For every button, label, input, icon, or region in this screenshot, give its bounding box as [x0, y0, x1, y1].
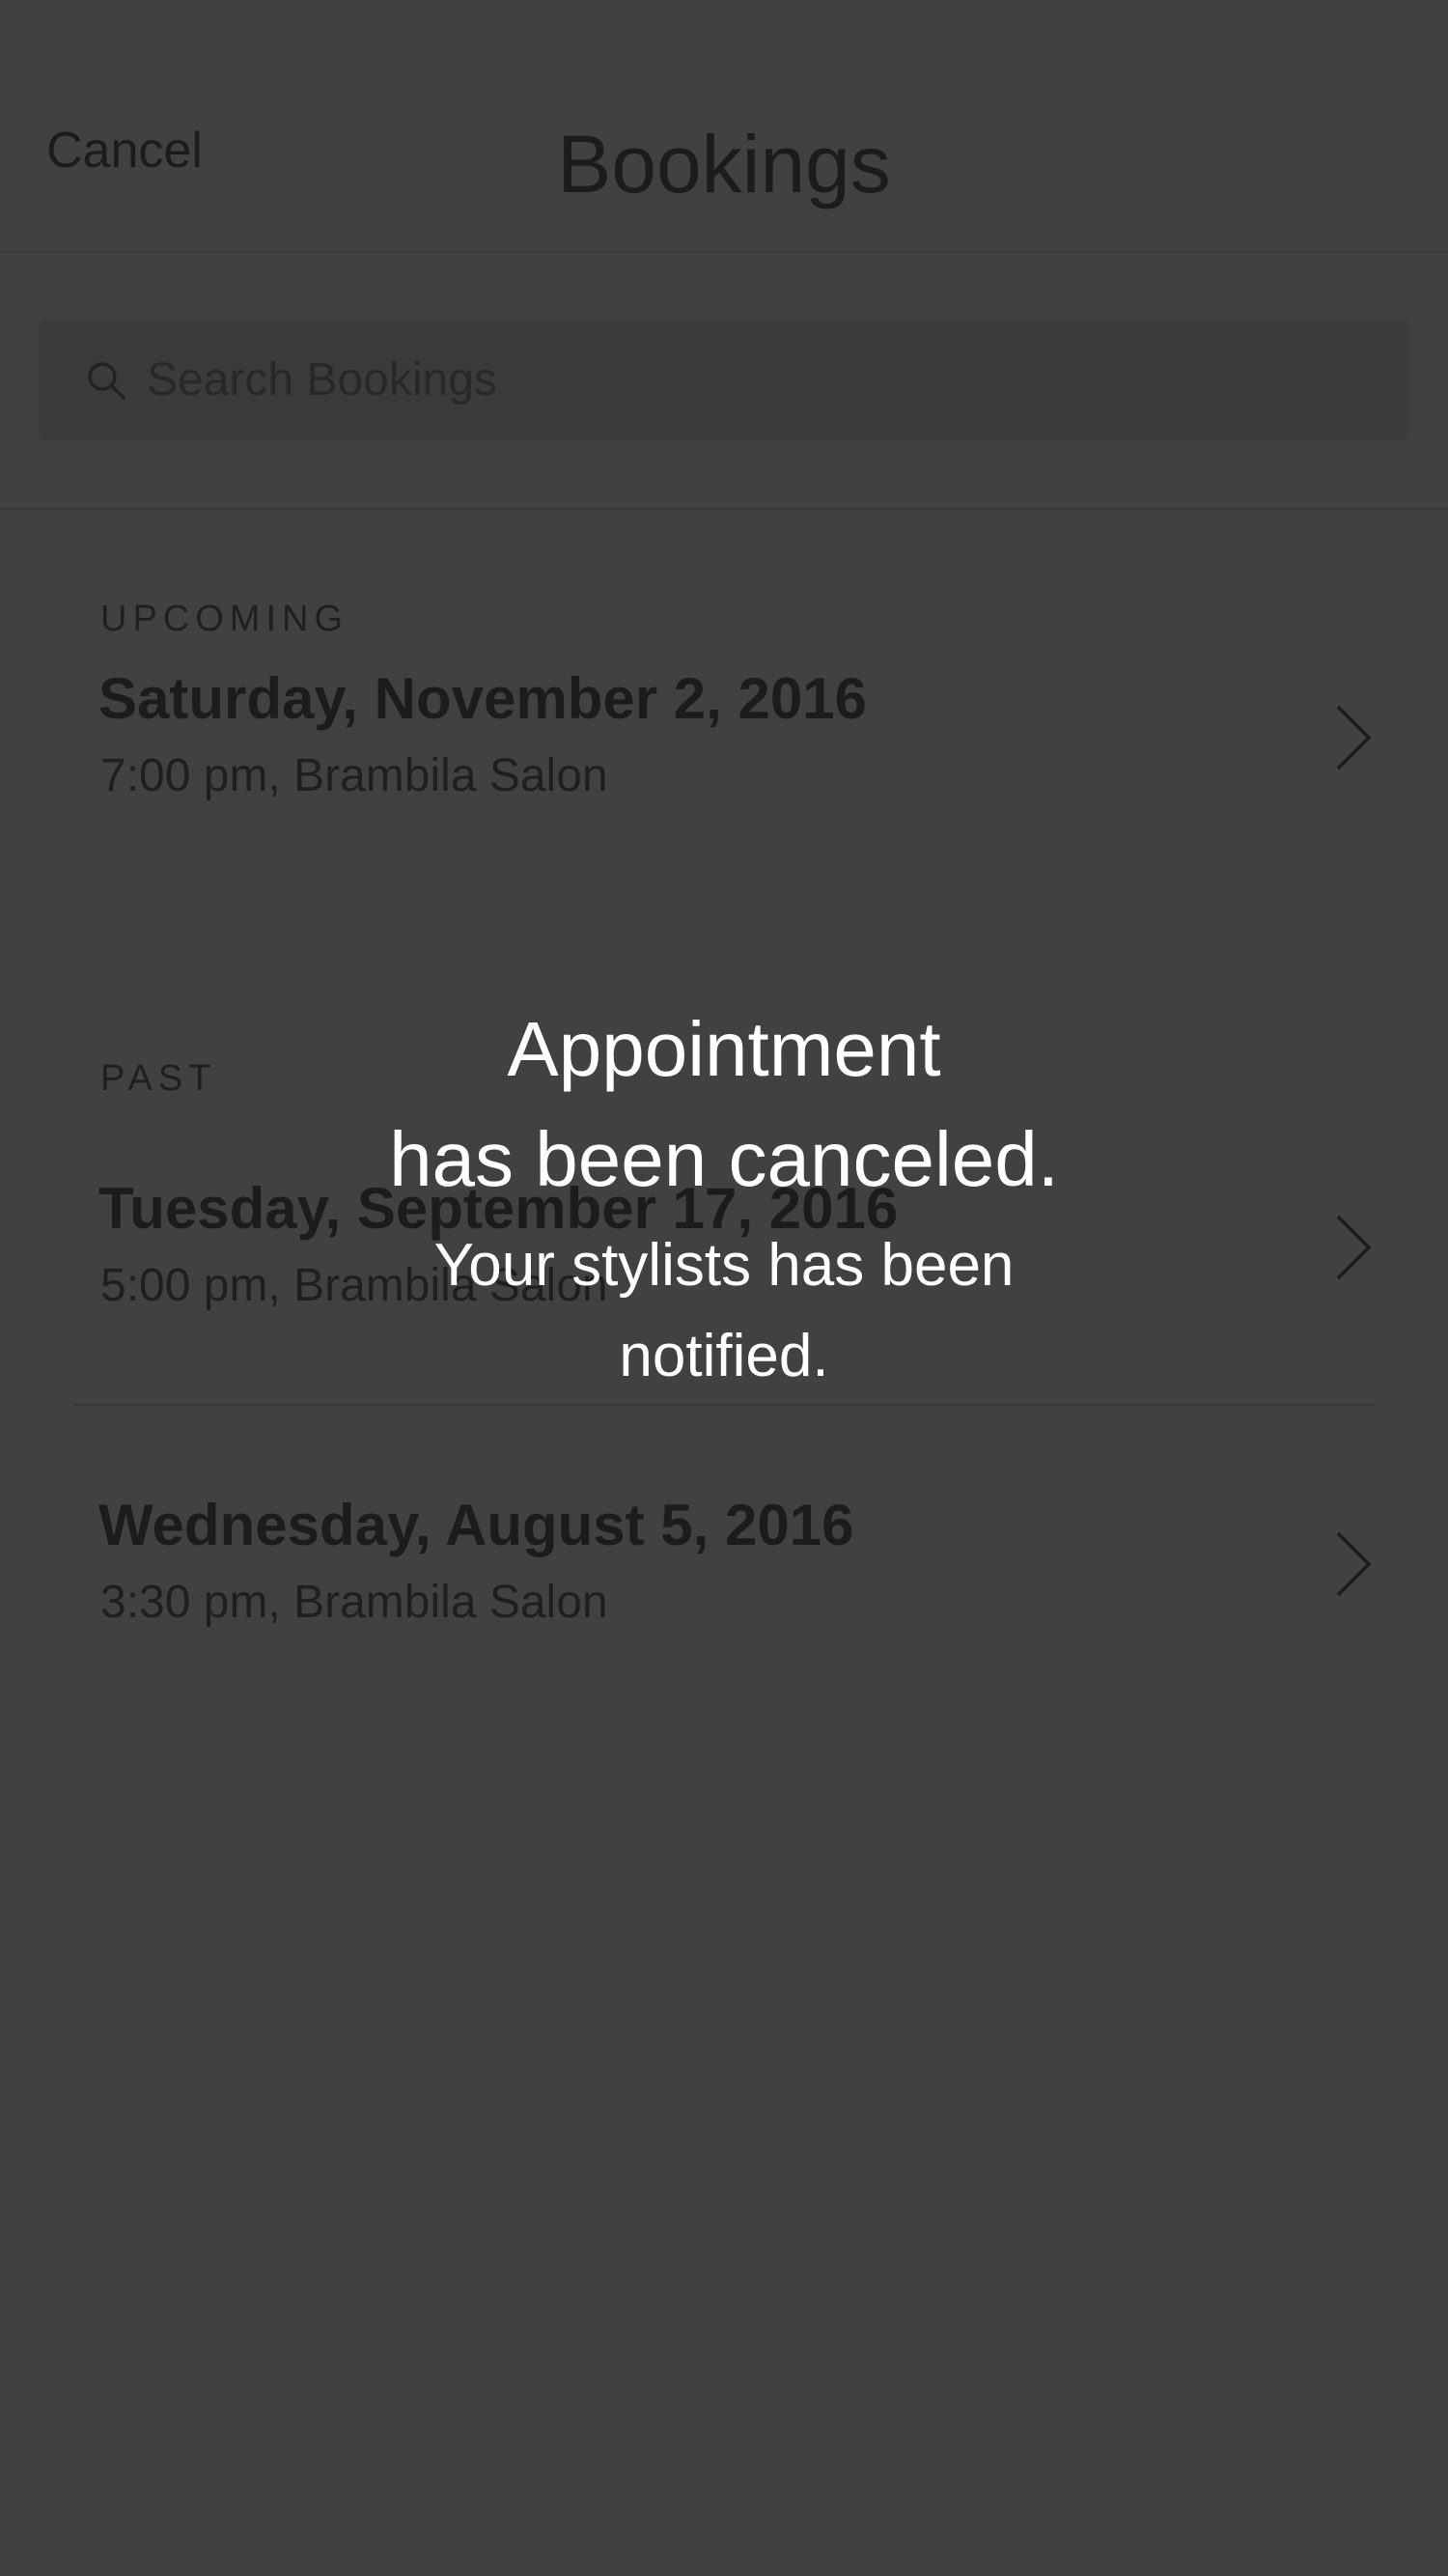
booking-detail: 3:30 pm, Brambila Salon [100, 1577, 608, 1628]
header: Cancel Bookings [0, 0, 1448, 253]
chevron-right-icon [1336, 705, 1372, 770]
cancellation-toast: Appointment has been canceled. Your styl… [241, 994, 1207, 1402]
booking-date: Wednesday, August 5, 2016 [98, 1493, 854, 1557]
upcoming-section-label: UPCOMING [100, 599, 348, 639]
booking-date: Saturday, November 2, 2016 [98, 666, 867, 731]
bookings-screen: Cancel Bookings UPCOMING Saturday, Novem… [0, 0, 1448, 2576]
booking-item-upcoming[interactable]: Saturday, November 2, 2016 7:00 pm, Bram… [0, 670, 1448, 844]
search-input[interactable] [147, 346, 1382, 413]
toast-message: Your stylists has been notified. [433, 1232, 1015, 1389]
booking-item-past[interactable]: Wednesday, August 5, 2016 3:30 pm, Bramb… [0, 1497, 1448, 1670]
past-section-label: PAST [100, 1058, 217, 1099]
chevron-right-icon [1336, 1215, 1372, 1280]
search-section [0, 253, 1448, 510]
toast-title-line2: has been canceled. [389, 1116, 1059, 1202]
chevron-right-icon [1336, 1531, 1372, 1597]
search-box[interactable] [39, 319, 1409, 440]
list-divider [73, 1404, 1377, 1406]
booking-detail: 7:00 pm, Brambila Salon [100, 750, 608, 801]
toast-title-line1: Appointment [507, 1006, 941, 1092]
page-title: Bookings [557, 119, 891, 210]
search-icon [88, 362, 125, 400]
